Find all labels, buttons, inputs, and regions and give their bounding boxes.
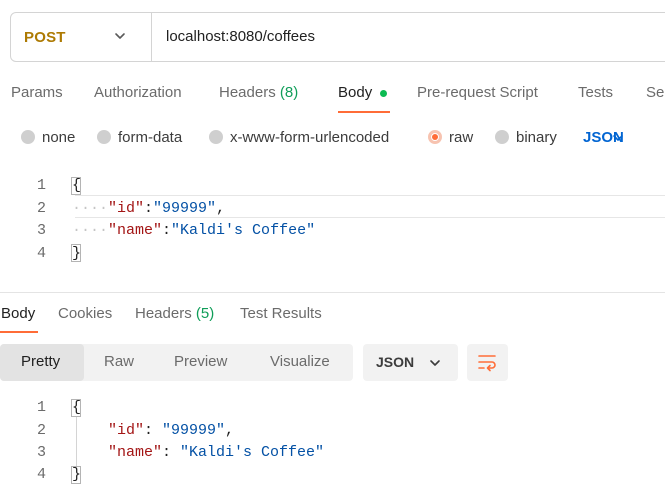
radio-urlencoded[interactable] bbox=[209, 130, 223, 144]
code-line: } bbox=[72, 245, 82, 262]
tab-response-headers[interactable]: Headers (5) bbox=[135, 305, 214, 322]
active-tab-indicator bbox=[0, 331, 38, 333]
active-tab-indicator bbox=[338, 111, 390, 113]
json-value: "Kaldi's Coffee" bbox=[180, 444, 325, 461]
radio-raw[interactable] bbox=[428, 130, 442, 144]
code-line: { bbox=[72, 399, 82, 416]
whitespace-guide: ···· bbox=[72, 222, 109, 239]
json-key: "id" bbox=[108, 422, 145, 439]
url-bar-divider bbox=[151, 12, 152, 62]
json-colon: : bbox=[162, 444, 181, 461]
current-line-border bbox=[75, 195, 665, 196]
radio-raw-label[interactable]: raw bbox=[449, 129, 473, 146]
green-dot-icon bbox=[380, 90, 387, 97]
tab-tests[interactable]: Tests bbox=[578, 84, 613, 101]
indent-guide bbox=[76, 417, 77, 466]
headers-count: (5) bbox=[195, 305, 215, 322]
line-number: 4 bbox=[36, 466, 46, 483]
tab-params[interactable]: Params bbox=[11, 84, 63, 101]
code-line: ····"id":"99999", bbox=[72, 200, 225, 217]
line-number: 3 bbox=[36, 222, 46, 239]
view-preview-button[interactable]: Preview bbox=[174, 353, 227, 370]
json-comma: , bbox=[216, 200, 226, 217]
line-number: 2 bbox=[36, 200, 46, 217]
response-format-label[interactable]: JSON bbox=[376, 354, 414, 370]
method-select[interactable]: POST bbox=[24, 29, 66, 46]
radio-form-data[interactable] bbox=[97, 130, 111, 144]
tab-cookies[interactable]: Cookies bbox=[58, 305, 112, 322]
json-value: "Kaldi's Coffee" bbox=[171, 222, 316, 239]
json-colon: : bbox=[162, 222, 172, 239]
json-key: "name" bbox=[108, 444, 163, 461]
url-input[interactable]: localhost:8080/coffees bbox=[166, 28, 315, 45]
radio-form-data-label[interactable]: form-data bbox=[118, 129, 182, 146]
code-line: "id": "99999", bbox=[108, 422, 234, 439]
json-key: "id" bbox=[108, 200, 145, 217]
wrap-lines-icon[interactable] bbox=[476, 351, 498, 373]
chevron-down-icon[interactable] bbox=[427, 355, 443, 371]
view-pretty-button[interactable]: Pretty bbox=[21, 353, 60, 370]
radio-urlencoded-label[interactable]: x-www-form-urlencoded bbox=[230, 129, 389, 146]
pane-divider[interactable] bbox=[0, 292, 665, 293]
code-line: { bbox=[72, 177, 82, 194]
json-colon: : bbox=[144, 200, 154, 217]
code-line: ····"name":"Kaldi's Coffee" bbox=[72, 222, 315, 239]
line-number: 1 bbox=[36, 177, 46, 194]
json-value: "99999" bbox=[153, 200, 217, 217]
tab-body[interactable]: Body bbox=[338, 84, 372, 101]
tab-authorization[interactable]: Authorization bbox=[94, 84, 182, 101]
line-number: 1 bbox=[36, 399, 46, 416]
json-comma: , bbox=[225, 422, 235, 439]
json-value: "99999" bbox=[162, 422, 226, 439]
chevron-down-icon[interactable] bbox=[610, 130, 626, 146]
headers-count: (8) bbox=[279, 84, 299, 101]
line-number: 2 bbox=[36, 422, 46, 439]
tab-headers[interactable]: Headers (8) bbox=[219, 84, 298, 101]
request-body-editor[interactable]: 1 2 3 4 { ····"id":"99999", ····"name":"… bbox=[0, 173, 665, 283]
json-colon: : bbox=[144, 422, 163, 439]
radio-none[interactable] bbox=[21, 130, 35, 144]
url-bar bbox=[10, 12, 665, 62]
tab-settings[interactable]: Se bbox=[646, 84, 664, 101]
tab-test-results[interactable]: Test Results bbox=[240, 305, 322, 322]
radio-none-label[interactable]: none bbox=[42, 129, 75, 146]
whitespace-guide: ···· bbox=[72, 200, 109, 217]
line-number: 3 bbox=[36, 444, 46, 461]
code-line: } bbox=[72, 466, 82, 483]
code-line: "name": "Kaldi's Coffee" bbox=[108, 444, 324, 461]
radio-binary-label[interactable]: binary bbox=[516, 129, 557, 146]
tab-pre-request-script[interactable]: Pre-request Script bbox=[417, 84, 538, 101]
view-visualize-button[interactable]: Visualize bbox=[270, 353, 330, 370]
tab-response-headers-label: Headers bbox=[135, 305, 192, 322]
chevron-down-icon[interactable] bbox=[112, 28, 128, 44]
tab-response-body[interactable]: Body bbox=[1, 305, 35, 322]
json-key: "name" bbox=[108, 222, 163, 239]
line-number: 4 bbox=[36, 245, 46, 262]
view-raw-button[interactable]: Raw bbox=[104, 353, 134, 370]
current-line-border bbox=[75, 217, 665, 218]
radio-binary[interactable] bbox=[495, 130, 509, 144]
tab-headers-label: Headers bbox=[219, 84, 276, 101]
